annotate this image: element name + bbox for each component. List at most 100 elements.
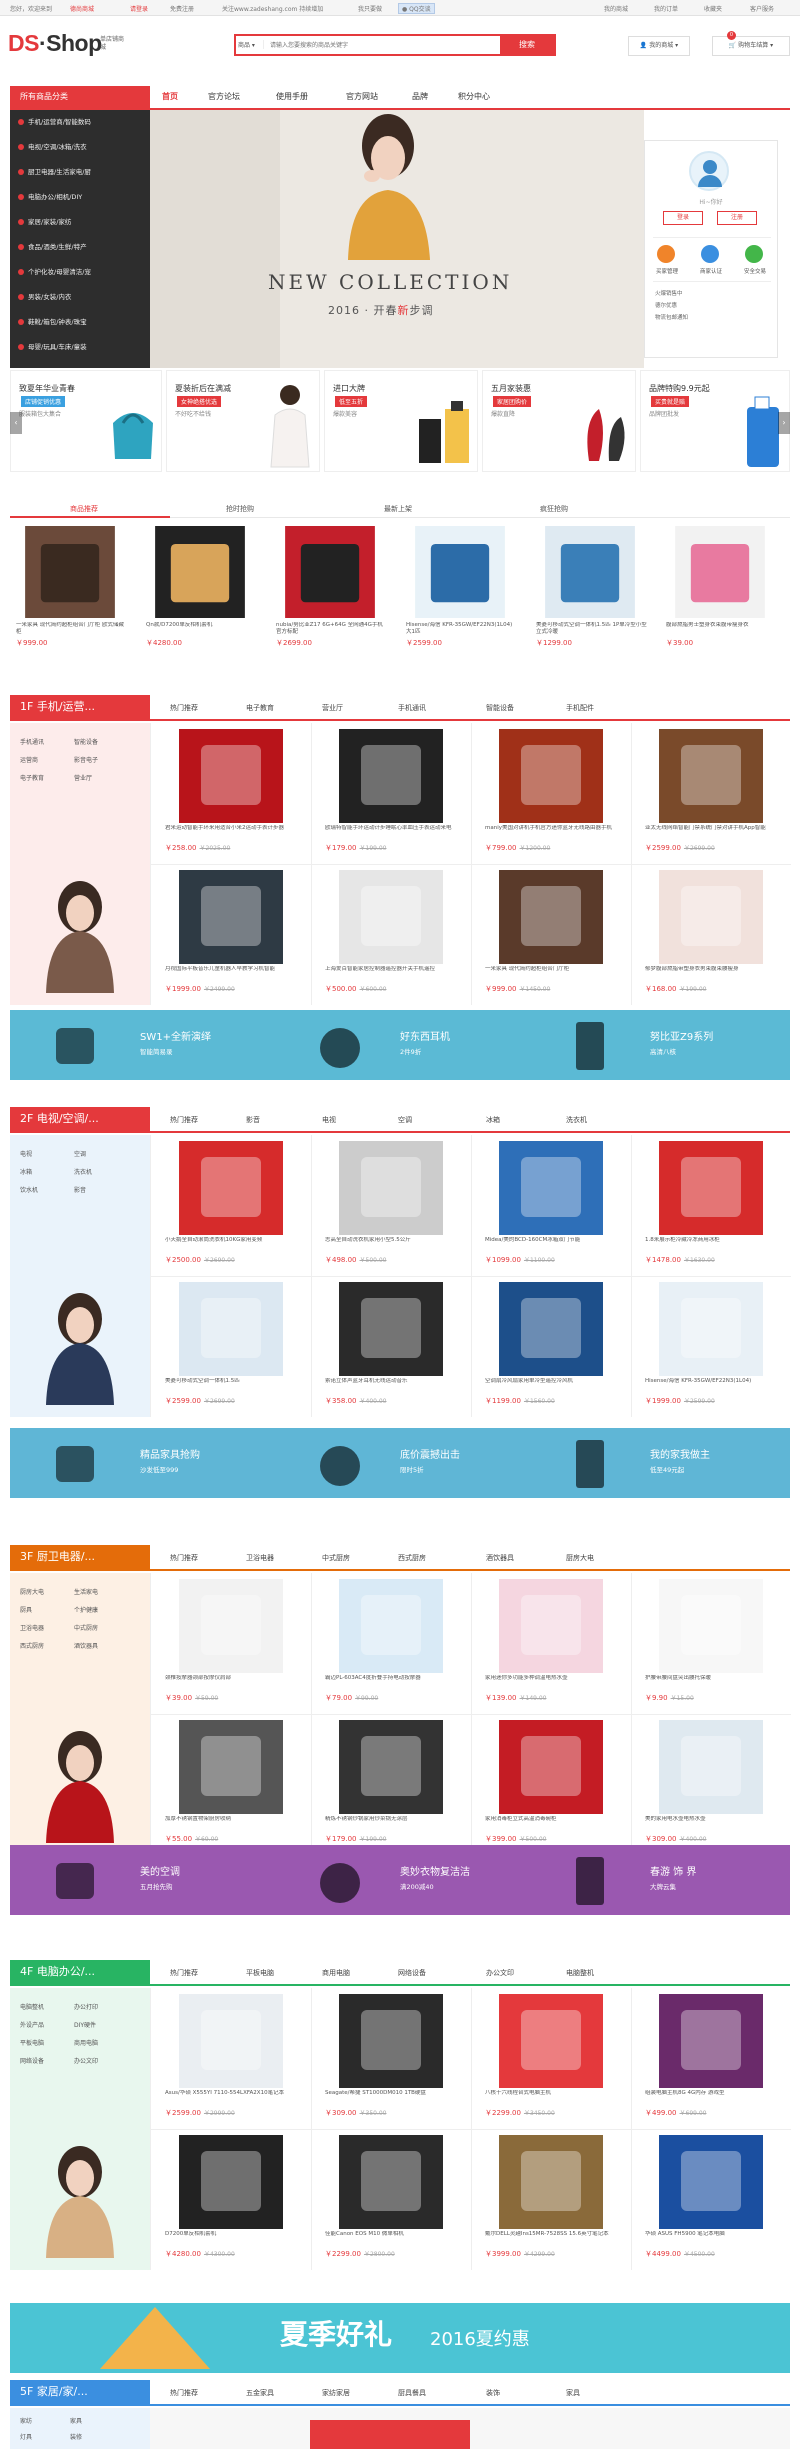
floor-tab[interactable]: 手机通讯: [398, 703, 426, 713]
floor-tab[interactable]: 营业厅: [322, 703, 343, 713]
product-name[interactable]: 1.8米展示柜冷藏冷冻商用冰柜: [645, 1237, 785, 1251]
hot-product-card[interactable]: Qn款/D7200单反相机套机 ￥4280.00: [140, 522, 268, 692]
category-item[interactable]: 鞋靴/箱包/钟表/珠宝: [18, 316, 87, 326]
category-item[interactable]: 男装/女装/内衣: [18, 291, 71, 301]
agent-link[interactable]: 我只要做: [358, 4, 382, 13]
cart-button[interactable]: 🛒 购物车结算 ▾ 0: [712, 31, 790, 56]
tab-new[interactable]: 最新上架: [384, 504, 412, 514]
floor-tab[interactable]: 西式厨房: [398, 1553, 426, 1563]
floor-keyword[interactable]: 中式厨房: [74, 1623, 98, 1632]
floor-tab[interactable]: 家具: [566, 2388, 580, 2398]
hot-product-card[interactable]: nubia/努比亚Z17 6G+64G 全网通4G手机 官方标配 ￥2699.00: [270, 522, 398, 692]
product-name[interactable]: 组装电脑主机8G 4G内存 游戏型: [645, 2090, 785, 2104]
floor-tab[interactable]: 冰箱: [486, 1115, 500, 1125]
product-card[interactable]: 美菱可移动式空调一体机1.5匹 ￥2599.00 ￥2699.00: [159, 1280, 309, 1414]
floor-tab[interactable]: 电视: [322, 1115, 336, 1125]
product-card[interactable]: 加厚不锈钢置物架厨房收纳 ￥55.00 ￥69.00: [159, 1718, 309, 1852]
floor-keyword[interactable]: 空调: [74, 1149, 86, 1158]
product-card[interactable]: 佳能Canon EOS M10 微单相机 ￥2299.00 ￥2800.00: [319, 2133, 469, 2267]
category-item[interactable]: 电脑办公/相机/DIY: [18, 191, 82, 201]
ad-banner-2[interactable]: 精品家具抢购 沙发低至999 底价震撼出击 限时5折 我的家我做主 低至49元起: [10, 1428, 790, 1498]
floor-tab[interactable]: 商用电脑: [322, 1968, 350, 1978]
search-input[interactable]: [270, 38, 500, 52]
floor-keyword[interactable]: 电子教育: [20, 773, 44, 782]
floor-keyword[interactable]: 影音: [74, 1185, 86, 1194]
floor-tab[interactable]: 智能设备: [486, 703, 514, 713]
merchant-cert-icon[interactable]: [701, 245, 719, 263]
floor-tab[interactable]: 酒饮器具: [486, 1553, 514, 1563]
product-name[interactable]: 小天鹅全自动滚筒洗衣机10KG家用变频: [165, 1237, 305, 1251]
tab-flash[interactable]: 抢时抢购: [226, 504, 254, 514]
floor-tab[interactable]: 装饰: [486, 2388, 500, 2398]
top-link-orders[interactable]: 我的订单: [654, 4, 678, 13]
floor-tab[interactable]: 中式厨房: [322, 1553, 350, 1563]
ad-banner-4[interactable]: 夏季好礼 2016夏约惠: [10, 2303, 790, 2373]
product-card[interactable]: 护腰带腰间盘突出腰托保暖 ￥9.90 ￥15.00: [639, 1577, 789, 1711]
floor-tab[interactable]: 厨具餐具: [398, 2388, 426, 2398]
product-name[interactable]: 戴尔DELL灵越Ins15MR-7528SS 15.6英寸笔记本: [485, 2231, 625, 2245]
nav-official[interactable]: 官方网站: [346, 91, 378, 102]
floor-3-title[interactable]: 3F 厨卫电器/...: [10, 1545, 150, 1569]
product-card[interactable]: 美的家用电水壶电热水壶 ￥309.00 ￥400.00: [639, 1718, 789, 1852]
product-name[interactable]: Hisense/海信 KFR-35GW/EF22N3(1L04) 大1匹: [406, 622, 518, 636]
product-name[interactable]: 一米家具 现代简约超柜组合门厅柜: [485, 966, 625, 980]
floor-1-title[interactable]: 1F 手机/运营...: [10, 695, 150, 719]
floor-keyword[interactable]: 厨房大电: [20, 1587, 44, 1596]
product-name[interactable]: Qn款/D7200单反相机套机: [146, 622, 258, 636]
floor-keyword[interactable]: 电脑整机: [20, 2002, 44, 2011]
product-card[interactable]: 戴尔DELL灵越Ins15MR-7528SS 15.6英寸笔记本 ￥3999.00…: [479, 2133, 629, 2267]
promo-card[interactable]: 品牌特购9.9元起 买贵就是赔 品牌团批发: [640, 370, 790, 472]
floor-keyword[interactable]: 厨具: [20, 1605, 32, 1614]
product-card[interactable]: Seagate/希捷 ST1000DM010 1TB硬盘 ￥309.00 ￥350.…: [319, 1992, 469, 2126]
ad-banner-1[interactable]: SW1+全新演绎 智能简易录 好东西耳机 2件9折 努比亚Z9系列 高清八核: [10, 1010, 790, 1080]
product-name[interactable]: 家用消毒柜立式高温消毒碗柜: [485, 1816, 625, 1830]
product-card[interactable]: 空调扇冷风扇家用单冷型遥控冷风机 ￥1199.00 ￥1560.00: [479, 1280, 629, 1414]
product-card[interactable]: 组装电脑主机8G 4G内存 游戏型 ￥499.00 ￥699.00: [639, 1992, 789, 2126]
product-name[interactable]: 华硕 ASUS FH5900 笔记本电脑: [645, 2231, 785, 2245]
floor-keyword[interactable]: 灯具: [20, 2432, 32, 2441]
product-name[interactable]: Seagate/希捷 ST1000DM010 1TB硬盘: [325, 2090, 465, 2104]
category-item[interactable]: 电视/空调/冰箱/洗衣: [18, 141, 87, 151]
top-link-mall[interactable]: 我的商城: [604, 4, 628, 13]
product-name[interactable]: 亚太无线网络智能门禁系统门禁对讲手机App智能: [645, 825, 785, 839]
floor-keyword[interactable]: 饮水机: [20, 1185, 38, 1194]
qq-chat-button[interactable]: ● QQ交谈: [398, 3, 435, 14]
promo-card[interactable]: 夏装折后在满减 女神绝搭优选 不好吃不给钱: [166, 370, 320, 472]
product-name[interactable]: nubia/努比亚Z17 6G+64G 全网通4G手机 官方标配: [276, 622, 388, 636]
ad-banner-3[interactable]: 美的空调 五月抢先购 奥妙衣物复洁洁 满200减40 春游 饰 界大牌云集: [10, 1845, 790, 1915]
floor-keyword[interactable]: 冰箱: [20, 1167, 32, 1176]
floor-keyword[interactable]: 装修: [70, 2432, 82, 2441]
product-card[interactable]: 郁梦腹部燃脂带塑身衣男束腹束腰瘦身 ￥168.00 ￥199.00: [639, 868, 789, 1002]
tab-crazy[interactable]: 疯狂抢购: [540, 504, 568, 514]
all-categories-header[interactable]: 所有商品分类: [10, 86, 150, 108]
login-link[interactable]: 请登录: [130, 4, 148, 13]
floor-tab[interactable]: 热门推荐: [170, 1553, 198, 1563]
product-name[interactable]: 佳能Canon EOS M10 微单相机: [325, 2231, 465, 2245]
floor-tab[interactable]: 卫浴电器: [246, 1553, 274, 1563]
promo-prev-arrow[interactable]: ‹: [10, 412, 22, 434]
hot-product-card[interactable]: Hisense/海信 KFR-35GW/EF22N3(1L04) 大1匹 ￥259…: [400, 522, 528, 692]
nav-points[interactable]: 积分中心: [458, 91, 490, 102]
product-card[interactable]: 志高全自动洗衣机家用小型5.5公斤 ￥498.00 ￥500.00: [319, 1139, 469, 1273]
category-item[interactable]: 厨卫电器/生活家电/厨: [18, 166, 91, 176]
floor-keyword[interactable]: DIY硬件: [74, 2020, 96, 2029]
nav-forum[interactable]: 官方论坛: [208, 91, 240, 102]
product-name[interactable]: 一米家具 现代简约超柜组合门厅柜 欧式储藏柜: [16, 622, 128, 636]
product-name[interactable]: maniy美国对讲机手机官方迷你蓝牙无线路由器手机: [485, 825, 625, 839]
floor-keyword[interactable]: 营业厅: [74, 773, 92, 782]
floor-tab[interactable]: 热门推荐: [170, 703, 198, 713]
floor-tab[interactable]: 五金家具: [246, 2388, 274, 2398]
product-name[interactable]: 欧瑞特智能手环运动计步睡眠心率血压手表运动来电: [325, 825, 465, 839]
category-item[interactable]: 手机/运营商/智能数码: [18, 116, 91, 126]
product-name[interactable]: 家用迷你多功能多种调温电热水壶: [485, 1675, 625, 1689]
product-card[interactable]: 一米家具 现代简约超柜组合门厅柜 ￥999.00 ￥1450.00: [479, 868, 629, 1002]
product-name[interactable]: Midea/美的BCD-160CM冰箱双门节能: [485, 1237, 625, 1251]
promo-card[interactable]: 进口大牌 低至五折 爆款美容: [324, 370, 478, 472]
product-name[interactable]: 美菱可移动式空调一体机1.5匹: [165, 1378, 305, 1392]
hot-product-card[interactable]: 腹部燃脂男士塑身衣束腹带瘦身衣 ￥39.00: [660, 522, 788, 692]
product-card[interactable]: 家用迷你多功能多种调温电热水壶 ￥139.00 ￥149.00: [479, 1577, 629, 1711]
floor-keyword[interactable]: 洗衣机: [74, 1167, 92, 1176]
floor-keyword[interactable]: 家纺: [20, 2416, 32, 2425]
product-card[interactable]: 小天鹅全自动滚筒洗衣机10KG家用变频 ￥2500.00 ￥2690.00: [159, 1139, 309, 1273]
floor-tab[interactable]: 办公文印: [486, 1968, 514, 1978]
